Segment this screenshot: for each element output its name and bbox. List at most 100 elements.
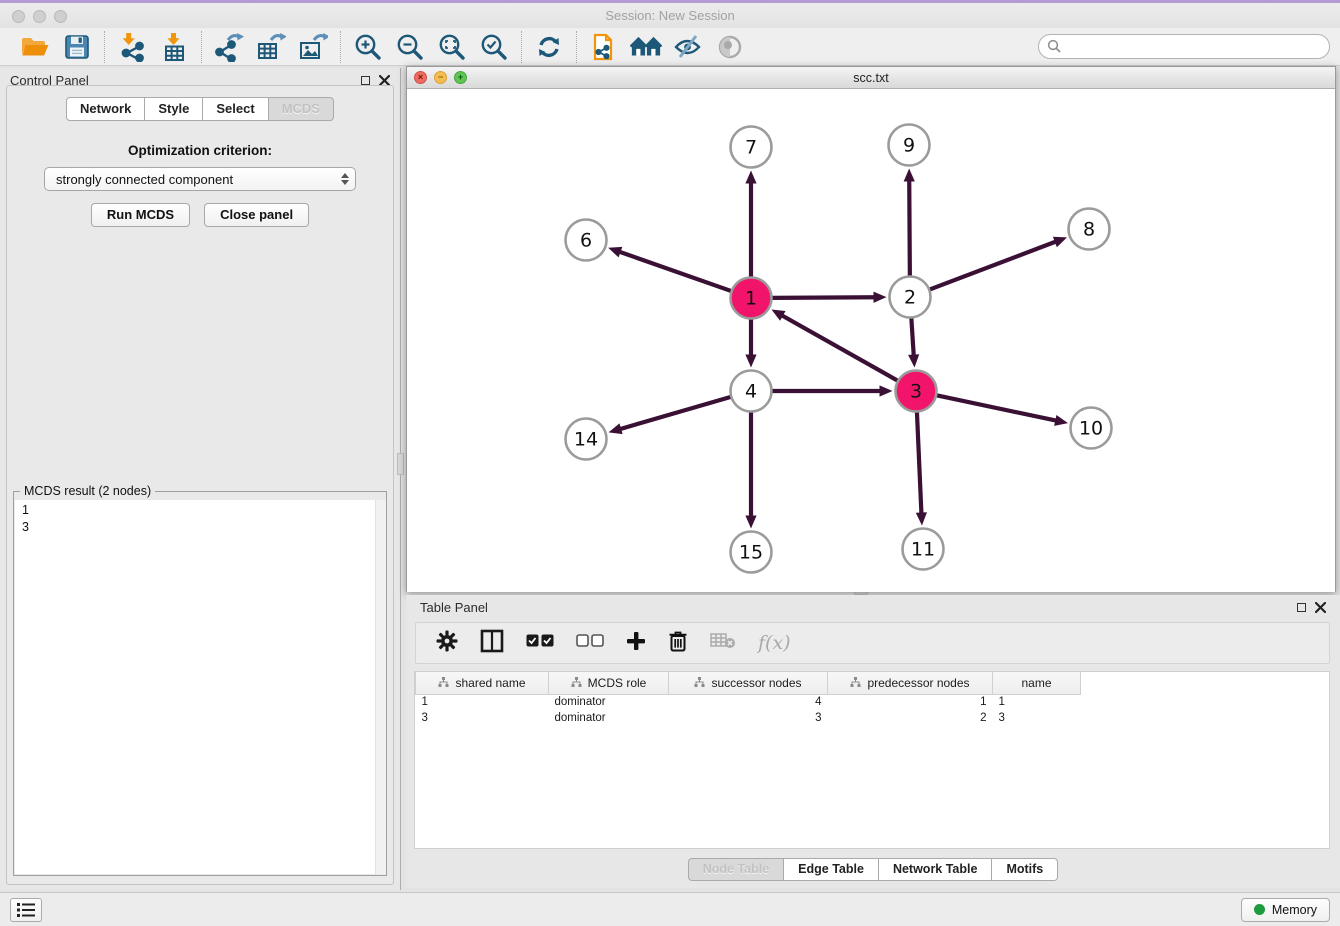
node-label-14: 14 xyxy=(574,429,598,451)
node-table[interactable]: shared nameMCDS rolesuccessor nodesprede… xyxy=(414,671,1330,849)
memory-label: Memory xyxy=(1272,903,1317,917)
edge-2-3[interactable] xyxy=(911,317,913,356)
function-builder-button[interactable]: f(x) xyxy=(758,632,791,654)
minimize-view-icon[interactable]: − xyxy=(434,71,447,84)
arrowhead-3-10 xyxy=(1054,415,1068,426)
search-input[interactable] xyxy=(1038,34,1330,59)
close-panel-button[interactable]: Close panel xyxy=(204,203,309,227)
node-label-2: 2 xyxy=(904,287,916,309)
first-neighbors-button[interactable] xyxy=(630,31,662,63)
import-network-button[interactable] xyxy=(116,31,148,63)
close-window-icon[interactable] xyxy=(12,10,25,23)
table-toolbar: f(x) xyxy=(415,622,1330,664)
refresh-layout-icon xyxy=(535,33,563,61)
tab-motifs[interactable]: Motifs xyxy=(992,858,1058,881)
arrowhead-1-7 xyxy=(745,171,756,184)
eye-disabled-icon xyxy=(716,33,744,61)
window-controls[interactable] xyxy=(12,10,67,23)
mcds-panel: Optimization criterion: strongly connect… xyxy=(6,85,394,885)
show-task-history-button[interactable] xyxy=(10,898,42,922)
hide-selected-button[interactable] xyxy=(672,31,704,63)
edge-1-6[interactable] xyxy=(619,251,732,291)
clone-network-button[interactable] xyxy=(588,31,620,63)
optimization-criterion-label: Optimization criterion: xyxy=(7,143,393,158)
edge-1-2[interactable] xyxy=(771,297,875,298)
export-network-button[interactable] xyxy=(213,31,245,63)
arrowhead-2-3 xyxy=(908,354,919,367)
close-panel-icon[interactable] xyxy=(379,75,390,86)
node-label-9: 9 xyxy=(903,135,915,157)
select-all-columns-button[interactable] xyxy=(526,634,554,652)
tab-mcds[interactable]: MCDS xyxy=(269,97,334,121)
open-session-button[interactable] xyxy=(19,31,51,63)
dropdown-stepper-icon xyxy=(341,173,349,185)
table-settings-button[interactable] xyxy=(436,630,458,657)
maximize-view-icon[interactable]: + xyxy=(454,71,467,84)
show-column-panel-button[interactable] xyxy=(480,629,504,658)
tab-style[interactable]: Style xyxy=(145,97,203,121)
column-header-shared-name[interactable]: shared name xyxy=(416,672,549,694)
mcds-result-text[interactable]: 13 xyxy=(15,500,385,874)
edge-3-11[interactable] xyxy=(917,411,922,514)
delete-table-icon xyxy=(710,632,736,650)
task-list-icon xyxy=(17,903,35,917)
arrowhead-4-14 xyxy=(609,423,623,434)
import-table-button[interactable] xyxy=(158,31,190,63)
arrowhead-4-3 xyxy=(880,385,893,396)
edge-4-14[interactable] xyxy=(619,397,731,430)
table-panel-title: Table Panel xyxy=(420,600,488,615)
column-header-MCDS-role[interactable]: MCDS role xyxy=(549,672,669,694)
zoom-in-button[interactable] xyxy=(352,31,384,63)
column-header-successor-nodes[interactable]: successor nodes xyxy=(669,672,828,694)
arrowhead-1-6 xyxy=(608,247,622,258)
column-header-predecessor-nodes[interactable]: predecessor nodes xyxy=(828,672,993,694)
float-panel-icon[interactable] xyxy=(361,76,370,85)
export-image-button[interactable] xyxy=(297,31,329,63)
run-mcds-button[interactable]: Run MCDS xyxy=(91,203,190,227)
edge-2-9[interactable] xyxy=(909,179,910,276)
table-row[interactable]: 1dominator411 xyxy=(416,694,1081,710)
hierarchy-icon xyxy=(850,677,861,688)
minimize-window-icon[interactable] xyxy=(33,10,46,23)
network-window-titlebar[interactable]: × − + scc.txt xyxy=(407,67,1335,89)
main-toolbar xyxy=(0,28,1340,66)
unselect-all-columns-button[interactable] xyxy=(576,634,604,652)
network-graph[interactable]: 7968124314101511 xyxy=(407,89,1335,592)
edge-3-10[interactable] xyxy=(936,395,1057,421)
clone-network-icon xyxy=(590,32,618,62)
edge-2-8[interactable] xyxy=(929,241,1057,289)
search-icon xyxy=(1047,39,1062,54)
network-canvas[interactable]: 7968124314101511 xyxy=(407,89,1335,592)
export-table-button[interactable] xyxy=(255,31,287,63)
tab-edge-table[interactable]: Edge Table xyxy=(784,858,879,881)
zoom-out-button[interactable] xyxy=(394,31,426,63)
node-label-15: 15 xyxy=(739,542,763,564)
zoom-fit-icon xyxy=(438,33,466,61)
workspace: Control Panel NetworkStyleSelectMCDS Opt… xyxy=(0,66,1340,892)
zoom-fit-button[interactable] xyxy=(436,31,468,63)
result-scrollbar[interactable] xyxy=(375,500,386,874)
close-table-panel-icon[interactable] xyxy=(1315,602,1326,613)
show-graphics-details-button[interactable] xyxy=(714,31,746,63)
close-view-icon[interactable]: × xyxy=(414,71,427,84)
table-row[interactable]: 3dominator323 xyxy=(416,710,1081,726)
delete-table-button[interactable] xyxy=(710,632,736,655)
left-splitter-grip[interactable] xyxy=(397,453,404,475)
tab-select[interactable]: Select xyxy=(203,97,268,121)
network-view-title: scc.txt xyxy=(853,71,888,85)
tab-node-table[interactable]: Node Table xyxy=(688,858,784,881)
create-column-button[interactable] xyxy=(626,631,646,656)
zoom-selected-button[interactable] xyxy=(478,31,510,63)
delete-column-button[interactable] xyxy=(668,630,688,657)
memory-button[interactable]: Memory xyxy=(1241,898,1330,922)
column-header-name[interactable]: name xyxy=(993,672,1081,694)
save-session-button[interactable] xyxy=(61,31,93,63)
tab-network[interactable]: Network xyxy=(66,97,145,121)
tab-network-table[interactable]: Network Table xyxy=(879,858,993,881)
float-table-panel-icon[interactable] xyxy=(1297,603,1306,612)
apply-layout-button[interactable] xyxy=(533,31,565,63)
maximize-window-icon[interactable] xyxy=(54,10,67,23)
control-panel-tabs: NetworkStyleSelectMCDS xyxy=(0,97,400,121)
criterion-dropdown[interactable]: strongly connected component xyxy=(44,167,356,191)
edge-3-1[interactable] xyxy=(781,315,898,381)
